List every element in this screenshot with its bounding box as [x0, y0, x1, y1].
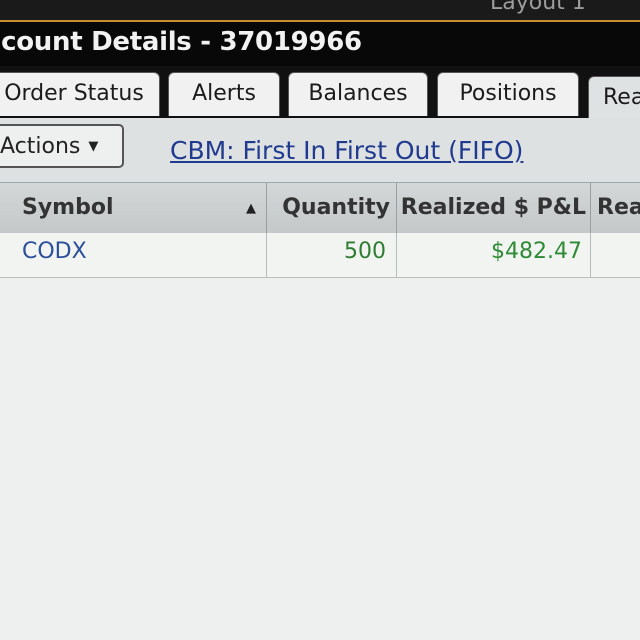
table-header: Symbol ▲ Quantity Realized $ P&L Rea [0, 182, 640, 234]
layout-label[interactable]: Layout 1 [490, 0, 586, 15]
tab-positions[interactable]: Positions [437, 72, 579, 116]
realized-pl-cell: $482.47 [397, 233, 591, 277]
window-top-bar: Layout 1 [0, 0, 640, 22]
tab-label: Order Status [4, 81, 144, 106]
actions-label: Actions [0, 134, 81, 159]
tab-label: Rea [603, 85, 640, 110]
column-header-label: Rea [597, 195, 640, 220]
account-title-bar: ccount Details - 37019966 [0, 22, 640, 66]
tab-alerts[interactable]: Alerts [168, 72, 280, 116]
caret-down-icon: ▼ [88, 139, 99, 154]
symbol-cell[interactable]: CODX [0, 233, 267, 277]
column-header-label: Symbol [22, 195, 114, 220]
tab-label: Positions [459, 81, 557, 106]
tab-balances[interactable]: Balances [288, 72, 428, 116]
tab-realized[interactable]: Rea [588, 76, 640, 118]
tab-order-status[interactable]: Order Status [0, 72, 160, 116]
column-header-symbol[interactable]: Symbol ▲ [0, 183, 267, 233]
table-empty-area [0, 278, 640, 640]
toolbar: Actions ▼ CBM: First In First Out (FIFO) [0, 118, 640, 182]
tab-strip: Order Status Alerts Balances Positions R… [0, 66, 640, 118]
account-title: ccount Details - 37019966 [0, 27, 362, 57]
tab-label: Balances [308, 81, 408, 106]
column-header-realized-extra[interactable]: Rea [591, 183, 640, 233]
column-header-quantity[interactable]: Quantity [267, 183, 397, 233]
column-header-label: Quantity [282, 195, 390, 220]
column-header-realized-pl[interactable]: Realized $ P&L [397, 183, 591, 233]
column-header-label: Realized $ P&L [400, 195, 586, 220]
realized-extra-cell [591, 233, 640, 277]
tab-label: Alerts [192, 81, 256, 106]
cost-basis-method-link[interactable]: CBM: First In First Out (FIFO) [170, 136, 523, 165]
quantity-cell: 500 [267, 233, 397, 277]
actions-button[interactable]: Actions ▼ [0, 124, 124, 168]
table-row[interactable]: CODX 500 $482.47 [0, 233, 640, 278]
sort-ascending-icon[interactable]: ▲ [246, 201, 256, 216]
